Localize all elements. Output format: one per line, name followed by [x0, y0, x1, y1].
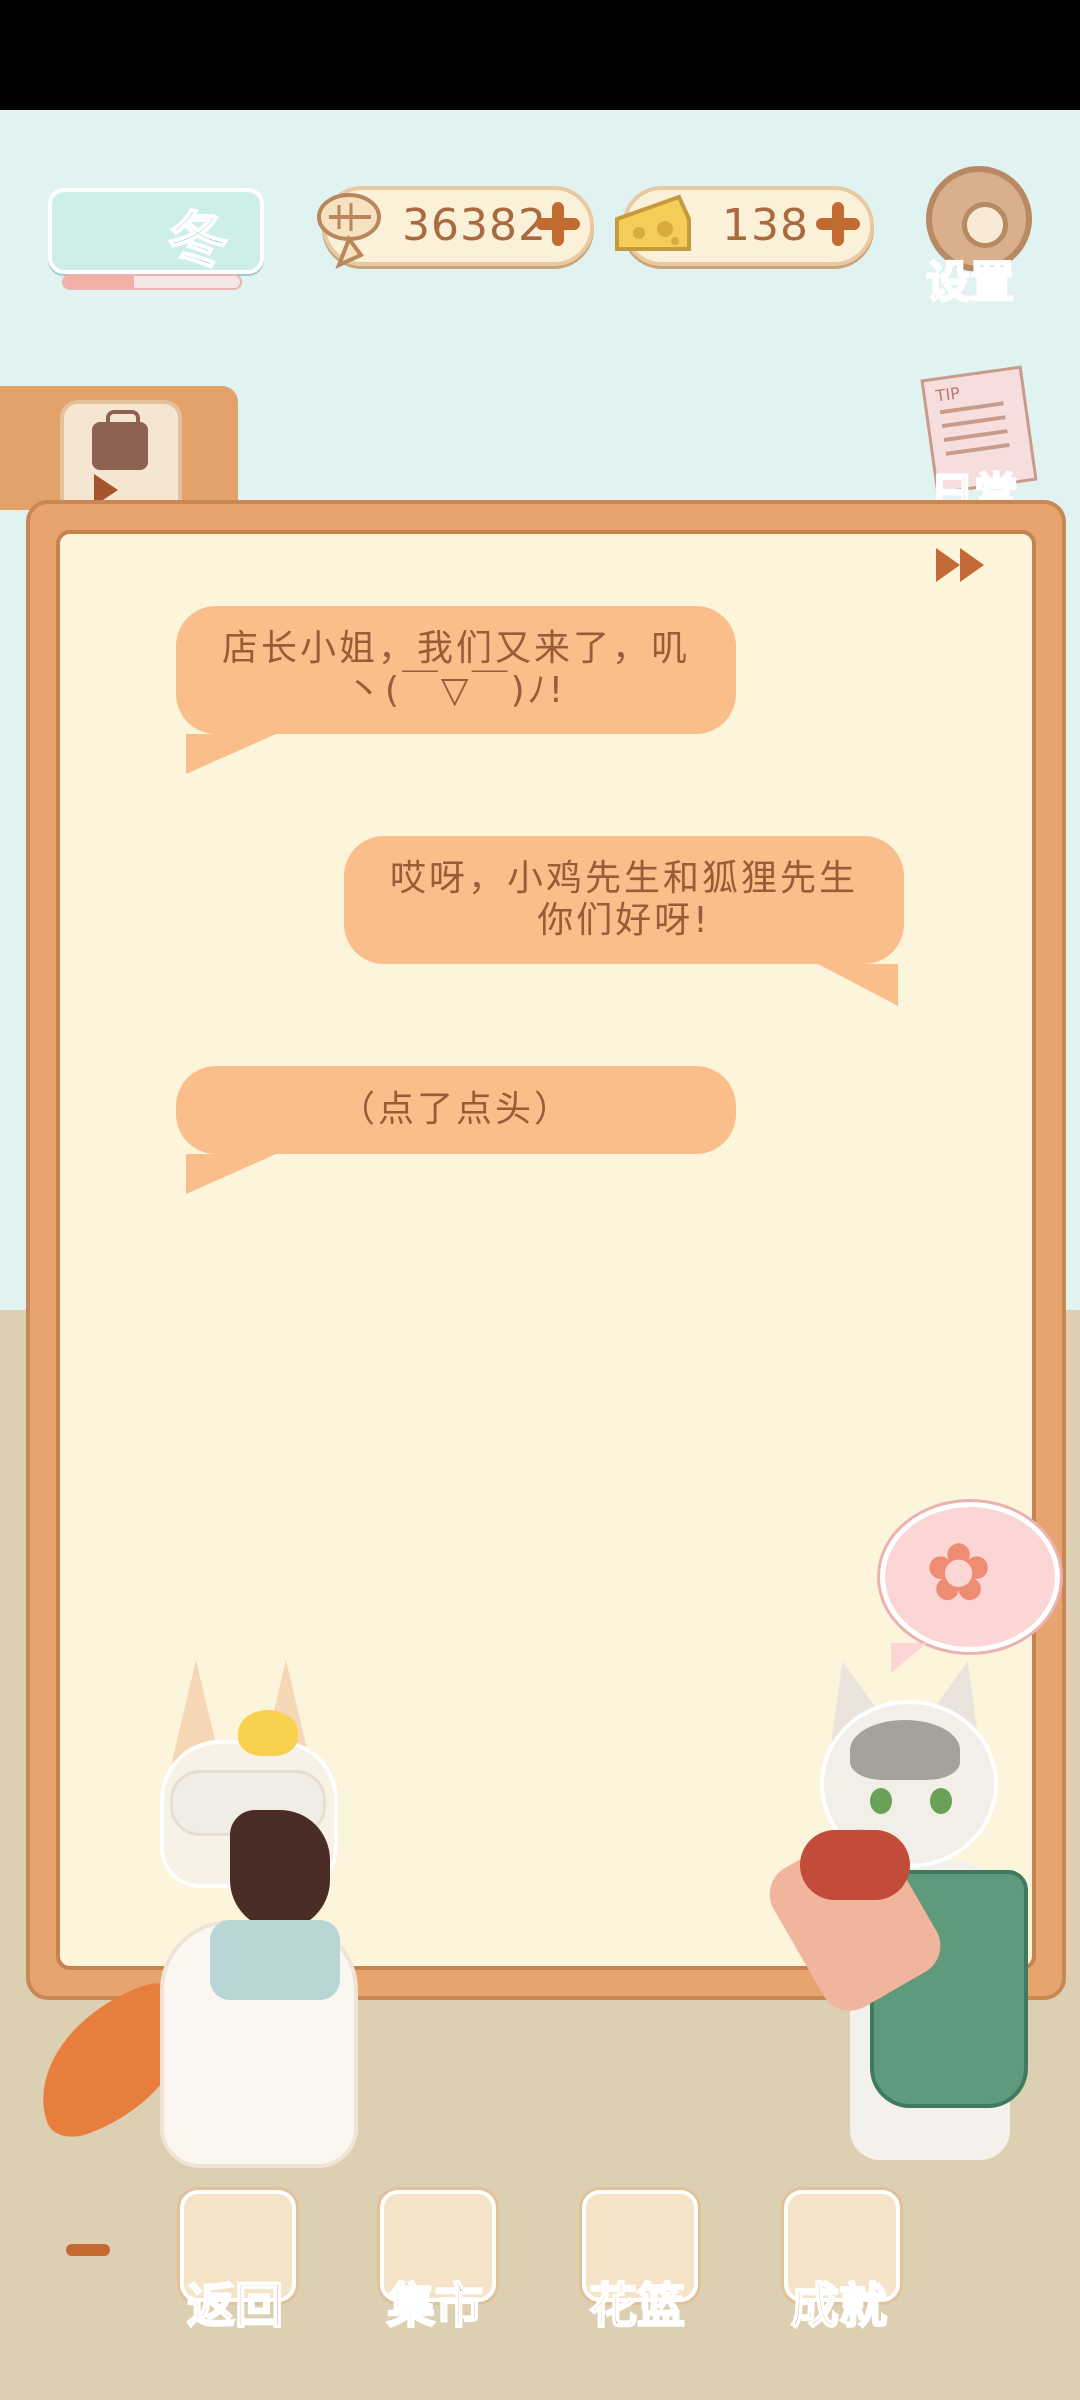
- daily-button[interactable]: TIP 日常: [920, 365, 1040, 521]
- fish-amount: 36382: [402, 200, 547, 251]
- fox-character: [14, 1640, 360, 2200]
- season-label: 冬: [167, 205, 229, 277]
- nav-market-button[interactable]: 集市: [370, 2180, 500, 2335]
- fish-currency: 36382: [317, 186, 594, 269]
- chick-character: [238, 1710, 298, 1756]
- dialogue-text-2: 哎呀，小鸡先生和狐狸先生你们好呀!: [389, 858, 858, 941]
- nav-flower-basket-button[interactable]: 花篮: [572, 2180, 702, 2335]
- suitcase-icon: [92, 410, 148, 470]
- settings-label: 设置: [925, 256, 1015, 309]
- emote-bubble: ✿: [880, 1502, 1060, 1673]
- memo-tag: TIP: [934, 383, 962, 406]
- cat-shopkeeper-character: [730, 1653, 1050, 2180]
- dialogue-bubble-2: 哎呀，小鸡先生和狐狸先生你们好呀!: [344, 836, 904, 1006]
- nav-back-button[interactable]: 返回: [170, 2180, 300, 2335]
- cheese-icon: [606, 176, 702, 272]
- fishbone-icon: [306, 176, 402, 272]
- menu-collapse-handle[interactable]: [66, 2244, 110, 2256]
- flower-icon: ✿: [925, 1526, 993, 1619]
- add-cheese-button[interactable]: [812, 198, 864, 250]
- dialogue-text-1: 店长小姐，我们又来了，叽丶(￣▽￣)ﾉ!: [221, 628, 690, 711]
- add-fish-button[interactable]: [532, 198, 584, 250]
- season-progress-bar: [62, 274, 242, 290]
- nav-achievements-button[interactable]: 成就: [774, 2180, 904, 2335]
- dialogue-bubble-3: （点了点头）: [176, 1066, 736, 1194]
- cheese-currency: 138: [615, 186, 874, 266]
- fast-forward-icon[interactable]: [928, 540, 998, 590]
- nav-market-label: 集市: [386, 2277, 484, 2335]
- cheese-amount: 138: [722, 200, 809, 251]
- status-bar: [0, 0, 1080, 110]
- settings-button[interactable]: 设置: [920, 166, 1040, 309]
- season-progress-fill: [64, 276, 135, 288]
- season-indicator[interactable]: 冬: [38, 140, 268, 290]
- dialogue-text-3: （点了点头）: [338, 1089, 573, 1130]
- nav-flower-basket-label: 花篮: [588, 2277, 686, 2335]
- snow-scene-icon: [48, 188, 264, 274]
- dialogue-bubble-1: 店长小姐，我们又来了，叽丶(￣▽￣)ﾉ!: [176, 606, 736, 774]
- nav-back-label: 返回: [186, 2277, 284, 2335]
- nav-achievements-label: 成就: [790, 2277, 888, 2335]
